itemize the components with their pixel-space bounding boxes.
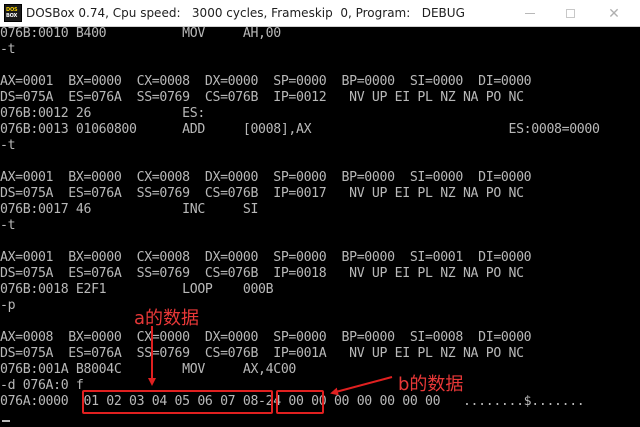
b-data-label: b的数据 bbox=[398, 374, 464, 395]
a-data-label: a的数据 bbox=[134, 308, 200, 329]
b-arrow bbox=[330, 376, 393, 396]
annotation-arrows bbox=[148, 326, 393, 396]
